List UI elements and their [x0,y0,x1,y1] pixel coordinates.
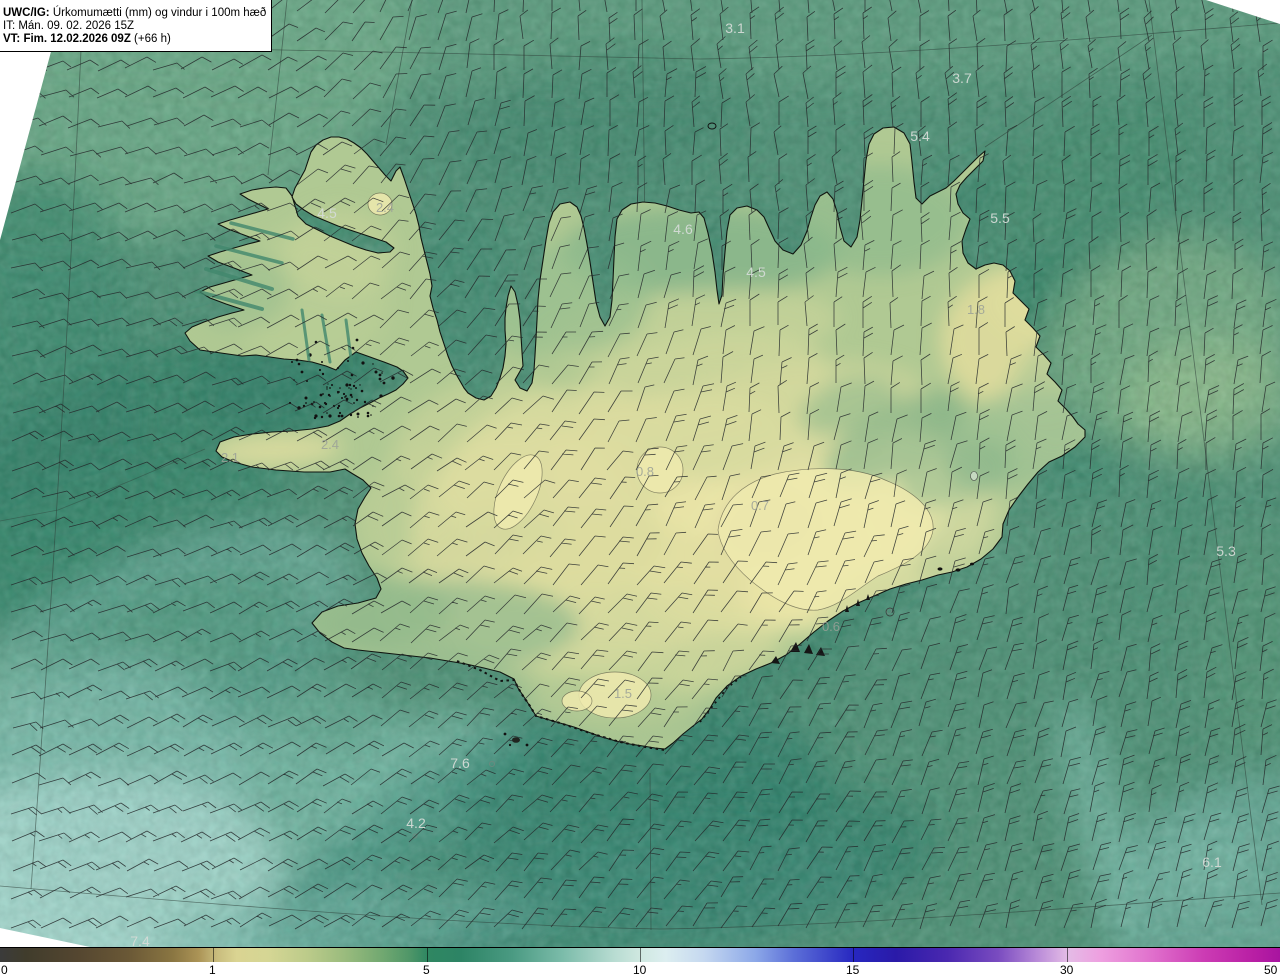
svg-text:2.4: 2.4 [321,437,339,452]
svg-text:3.7: 3.7 [952,70,972,86]
svg-text:0.6: 0.6 [822,619,840,634]
svg-text:1.8: 1.8 [967,302,985,317]
svg-text:4.5: 4.5 [317,205,337,221]
svg-text:0.7: 0.7 [751,498,769,513]
svg-text:5.5: 5.5 [990,210,1010,226]
svg-text:5.3: 5.3 [1216,543,1236,559]
svg-text:7.6: 7.6 [450,755,470,771]
svg-text:4.5: 4.5 [746,264,766,280]
svg-text:5.4: 5.4 [910,128,930,144]
svg-text:4.2: 4.2 [406,815,426,831]
svg-text:2.1: 2.1 [221,450,239,465]
svg-text:6.1: 6.1 [1202,854,1222,870]
svg-text:0.8: 0.8 [636,464,654,479]
svg-text:1.5: 1.5 [614,686,632,701]
svg-text:2.4: 2.4 [376,200,394,215]
svg-text:3.1: 3.1 [725,20,745,36]
svg-text:4.6: 4.6 [673,221,693,237]
